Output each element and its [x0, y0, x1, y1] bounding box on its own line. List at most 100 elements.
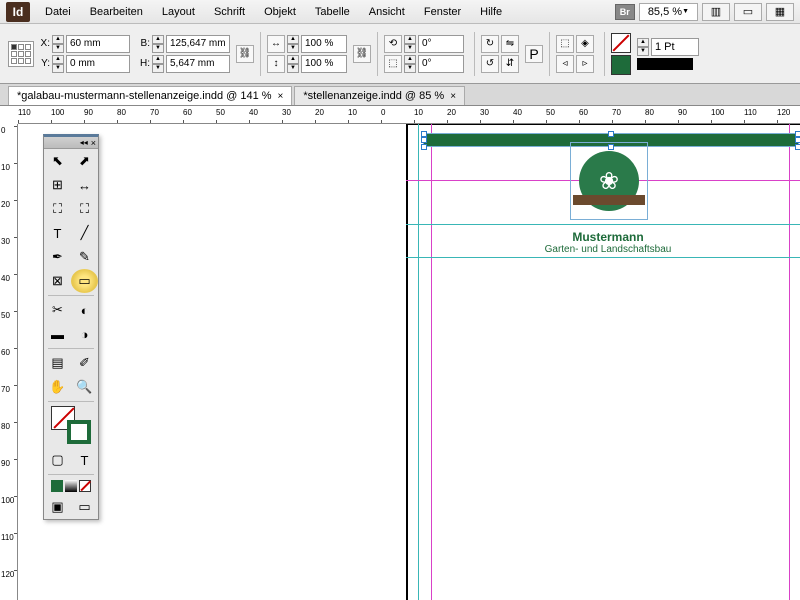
- constrain-wh-icon[interactable]: ⛓: [236, 45, 254, 63]
- content-collector-icon[interactable]: ⛶: [44, 197, 71, 221]
- canvas[interactable]: ◂◂× ⬉⬈ ⊞↔ ⛶⛶ T╱ ✒✎ ⊠▭ ✂◐ ▬◑ ▤✐ ✋🔍 ▢T ▣▭: [18, 124, 800, 600]
- rotate-ccw-icon[interactable]: ↺: [481, 55, 499, 73]
- pencil-tool-icon[interactable]: ✎: [71, 245, 98, 269]
- scale-y-input[interactable]: 100 %: [301, 55, 347, 73]
- gradient-swatch-tool-icon[interactable]: ▬: [44, 322, 71, 346]
- zoom-tool-icon[interactable]: 🔍: [71, 375, 98, 399]
- preview-mode-icon[interactable]: ▭: [71, 495, 98, 519]
- flip-h-icon[interactable]: ⇋: [501, 35, 519, 53]
- zoom-level-dropdown[interactable]: 85,5 %▼: [639, 3, 698, 21]
- constrain-scale-icon[interactable]: ⛓: [353, 45, 371, 63]
- selection-handle[interactable]: [421, 144, 427, 150]
- selection-tool-icon[interactable]: ⬉: [44, 149, 71, 173]
- pen-tool-icon[interactable]: ✒: [44, 245, 71, 269]
- content-placer-icon[interactable]: ⛶: [71, 197, 98, 221]
- y-spinner[interactable]: ▲▼: [52, 55, 64, 73]
- tree-icon: ❀: [599, 167, 619, 196]
- w-spinner[interactable]: ▲▼: [152, 35, 164, 53]
- ruler-guide[interactable]: [406, 257, 800, 258]
- scale-x-spinner[interactable]: ▲▼: [287, 35, 299, 53]
- h-input[interactable]: 5,647 mm: [166, 55, 230, 73]
- rectangle-frame-tool-icon[interactable]: ⊠: [44, 269, 71, 293]
- tab-label: *stellenanzeige.indd @ 85 %: [303, 90, 444, 102]
- stroke-proxy-icon[interactable]: [67, 420, 91, 444]
- apply-none-icon[interactable]: [79, 480, 91, 492]
- y-input[interactable]: 0 mm: [66, 55, 130, 73]
- margin-guide-left: [431, 124, 432, 600]
- eyedropper-tool-icon[interactable]: ✐: [71, 351, 98, 375]
- shear-spinner[interactable]: ▲▼: [404, 55, 416, 73]
- gap-tool-icon[interactable]: ↔: [71, 173, 98, 197]
- scale-x-input[interactable]: 100 %: [301, 35, 347, 53]
- x-spinner[interactable]: ▲▼: [52, 35, 64, 53]
- character-mode-icon[interactable]: P: [525, 45, 543, 63]
- menu-layout[interactable]: Layout: [154, 3, 203, 21]
- note-tool-icon[interactable]: ▤: [44, 351, 71, 375]
- scale-y-spinner[interactable]: ▲▼: [287, 55, 299, 73]
- rectangle-tool-icon[interactable]: ▭: [71, 269, 98, 293]
- tab-document-1[interactable]: *galabau-mustermann-stellenanzeige.indd …: [8, 86, 292, 105]
- close-icon[interactable]: ×: [278, 91, 284, 102]
- menu-type[interactable]: Schrift: [206, 3, 253, 21]
- selection-handle[interactable]: [795, 144, 800, 150]
- close-icon[interactable]: ×: [91, 138, 96, 148]
- flip-v-icon[interactable]: ⇵: [501, 55, 519, 73]
- reference-point-selector[interactable]: [8, 41, 34, 67]
- view-options-icon[interactable]: ▥: [702, 3, 730, 21]
- scissors-tool-icon[interactable]: ✂: [44, 298, 71, 322]
- toolbox-header[interactable]: ◂◂×: [44, 137, 98, 149]
- selection-handle[interactable]: [421, 137, 427, 143]
- close-icon[interactable]: ×: [450, 91, 456, 102]
- type-tool-icon[interactable]: T: [44, 221, 71, 245]
- menu-window[interactable]: Fenster: [416, 3, 469, 21]
- stroke-weight-spinner[interactable]: ▲▼: [637, 38, 649, 56]
- page-tool-icon[interactable]: ⊞: [44, 173, 71, 197]
- stroke-weight-input[interactable]: 1 Pt: [651, 38, 699, 56]
- hand-tool-icon[interactable]: ✋: [44, 375, 71, 399]
- select-container-icon[interactable]: ⬚: [556, 35, 574, 53]
- vertical-ruler[interactable]: 0102030405060708090100110120: [0, 124, 18, 600]
- select-prev-icon[interactable]: ◃: [556, 55, 574, 73]
- formatting-text-icon[interactable]: T: [71, 448, 98, 472]
- formatting-container-icon[interactable]: ▢: [44, 448, 71, 472]
- panel-collapse-icon[interactable]: ◂◂: [80, 138, 88, 147]
- apply-color-icon[interactable]: [51, 480, 63, 492]
- stroke-style-dropdown[interactable]: [637, 58, 693, 70]
- direct-selection-tool-icon[interactable]: ⬈: [71, 149, 98, 173]
- rotate-cw-icon[interactable]: ↻: [481, 35, 499, 53]
- bridge-icon[interactable]: Br: [615, 4, 635, 20]
- menu-file[interactable]: Datei: [37, 3, 79, 21]
- tab-document-2[interactable]: *stellenanzeige.indd @ 85 % ×: [294, 86, 465, 105]
- toolbox-panel: ◂◂× ⬉⬈ ⊞↔ ⛶⛶ T╱ ✒✎ ⊠▭ ✂◐ ▬◑ ▤✐ ✋🔍 ▢T ▣▭: [43, 134, 99, 520]
- menu-object[interactable]: Objekt: [256, 3, 304, 21]
- selection-handle[interactable]: [795, 137, 800, 143]
- gradient-feather-tool-icon[interactable]: ◑: [71, 322, 98, 346]
- stroke-swatch[interactable]: [611, 55, 631, 75]
- h-spinner[interactable]: ▲▼: [152, 55, 164, 73]
- ruler-guide[interactable]: [406, 224, 800, 225]
- rotate-spinner[interactable]: ▲▼: [404, 35, 416, 53]
- apply-gradient-icon[interactable]: [65, 480, 77, 492]
- selection-handle[interactable]: [608, 131, 614, 137]
- line-tool-icon[interactable]: ╱: [71, 221, 98, 245]
- select-content-icon[interactable]: ◈: [576, 35, 594, 53]
- menu-edit[interactable]: Bearbeiten: [82, 3, 151, 21]
- menu-table[interactable]: Tabelle: [307, 3, 358, 21]
- menu-bar: Id Datei Bearbeiten Layout Schrift Objek…: [0, 0, 800, 24]
- menu-view[interactable]: Ansicht: [361, 3, 413, 21]
- rotate-input[interactable]: 0°: [418, 35, 464, 53]
- horizontal-ruler[interactable]: 1101009080706050403020100102030405060708…: [18, 106, 800, 124]
- selection-handle[interactable]: [608, 144, 614, 150]
- free-transform-tool-icon[interactable]: ◐: [71, 298, 98, 322]
- fill-swatch[interactable]: [611, 33, 631, 53]
- arrange-docs-icon[interactable]: ▦: [766, 3, 794, 21]
- fill-stroke-proxy[interactable]: [49, 406, 93, 444]
- menu-help[interactable]: Hilfe: [472, 3, 510, 21]
- screen-mode-icon[interactable]: ▭: [734, 3, 762, 21]
- logo-frame[interactable]: ❀: [570, 142, 648, 220]
- normal-view-icon[interactable]: ▣: [44, 495, 71, 519]
- x-input[interactable]: 60 mm: [66, 35, 130, 53]
- shear-input[interactable]: 0°: [418, 55, 464, 73]
- select-next-icon[interactable]: ▹: [576, 55, 594, 73]
- w-input[interactable]: 125,647 mm: [166, 35, 230, 53]
